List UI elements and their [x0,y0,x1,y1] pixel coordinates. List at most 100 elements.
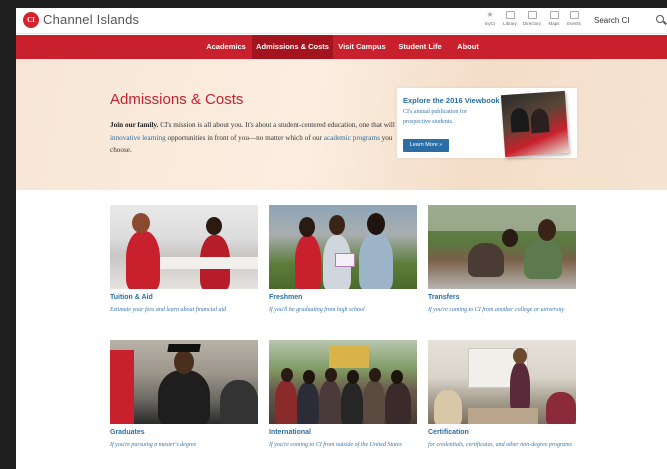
utility-directory[interactable]: Directory [522,11,542,26]
person-figure [468,243,504,277]
utility-myci[interactable]: ★ myCI [480,10,500,27]
person-figure [434,390,462,424]
page: CI Channel Islands ★ myCI Library Direct… [16,8,667,469]
sign-shape [335,253,355,267]
directory-icon [527,11,537,19]
card-description: If you're coming to CI from outside of t… [269,442,402,448]
card-description: If you'll be graduating from high school [269,307,365,313]
person-figure [220,380,258,424]
utility-label: Directory [522,21,541,26]
person-figure [158,370,210,424]
flag-shape [110,350,134,424]
person-figure [341,382,363,424]
utility-label: Maps [548,21,560,26]
nav-item-visit-campus[interactable]: Visit Campus [333,35,391,59]
utility-maps[interactable]: Maps [544,11,564,26]
person-figure [275,380,297,424]
person-figure [359,233,393,289]
person-head [391,370,403,384]
person-head [303,370,315,384]
card-international[interactable]: International If you're coming to CI fro… [269,340,417,448]
intro-text: CI's mission is all about you. It's abou… [158,121,406,129]
main-nav: Academics Admissions & Costs Visit Campu… [16,35,667,59]
card-title[interactable]: Transfers [428,294,460,301]
tuition-aid-photo[interactable] [110,205,258,289]
person-head [369,368,381,382]
intro-text: opportunities in front of you—no matter … [165,133,324,142]
person-figure [297,382,319,424]
pavilion-shape [329,346,369,368]
card-title[interactable]: Certification [428,429,469,436]
top-bar: CI Channel Islands ★ myCI Library Direct… [16,8,667,34]
person-head [132,213,150,233]
star-icon: ★ [486,10,494,19]
card-freshmen[interactable]: Freshmen If you'll be graduating from hi… [269,205,417,313]
ci-logo-icon[interactable]: CI [23,12,39,28]
utility-events[interactable]: Events [564,11,584,26]
search-field[interactable]: Search CI [594,16,630,25]
utility-library[interactable]: Library [500,11,520,26]
maps-icon [549,11,559,19]
card-graduates[interactable]: Graduates If you're pursuing a master's … [110,340,258,448]
library-icon [505,11,515,19]
person-head [538,219,556,241]
academic-programs-link[interactable]: academic programs [324,134,380,142]
card-title[interactable]: International [269,429,311,436]
page-title: Admissions & Costs [110,91,244,108]
person-head [367,213,385,235]
utility-label: Events [567,21,581,26]
innovative-learning-link[interactable]: innovative learning [110,134,166,142]
person-head [502,229,518,247]
utility-label: myCI [484,21,496,26]
person-head [347,370,359,384]
certification-photo[interactable] [428,340,576,424]
promo-title[interactable]: Explore the 2016 Viewbook [403,96,500,105]
person-head [513,348,527,364]
site-name[interactable]: Channel Islands [43,12,139,27]
card-title[interactable]: Graduates [110,429,145,436]
viewbook-promo: Explore the 2016 Viewbook CI's annual pu… [397,88,577,158]
person-head [329,215,345,235]
person-figure [385,382,411,424]
card-description: for credentials, certificates, and other… [428,442,572,448]
events-icon [569,11,579,19]
transfers-photo[interactable] [428,205,576,289]
viewbook-cover-image[interactable] [500,90,570,158]
card-description: If you're coming to CI from another coll… [428,307,565,313]
intro-bold: Join our family. [110,121,159,129]
card-certification[interactable]: Certification for credentials, certifica… [428,340,576,448]
person-head [174,350,194,374]
person-figure [126,231,160,289]
international-photo[interactable] [269,340,417,424]
person-head [206,217,222,235]
promo-description: CI's annual publication for prospective … [403,109,467,125]
card-transfers[interactable]: Transfers If you're coming to CI from an… [428,205,576,313]
person-figure [546,392,576,424]
nav-item-academics[interactable]: Academics [196,35,256,59]
person-head [281,368,293,382]
person-head [299,217,315,237]
card-description: If you're pursuing a master's degree [110,442,197,448]
card-description: Estimate your fees and learn about finan… [110,307,227,313]
nav-item-admissions-costs[interactable]: Admissions & Costs [252,35,333,59]
learn-more-button[interactable]: Learn More » [403,139,449,152]
card-title[interactable]: Tuition & Aid [110,294,153,301]
nav-item-student-life[interactable]: Student Life [394,35,446,59]
hero-intro: Join our family. CI's mission is all abo… [110,119,410,157]
utility-label: Library [503,21,517,26]
counter-shape [160,257,258,269]
graduates-photo[interactable] [110,340,258,424]
person-figure [524,239,562,279]
person-figure [295,235,321,289]
freshmen-photo[interactable] [269,205,417,289]
person-head [325,368,337,382]
person-figure [363,380,385,424]
nav-item-about[interactable]: About [450,35,486,59]
mortarboard-shape [167,344,201,352]
desk-shape [468,408,538,424]
card-title[interactable]: Freshmen [269,294,302,301]
search-icon[interactable] [656,15,664,23]
person-figure [319,380,341,424]
hero-banner: Admissions & Costs Join our family. CI's… [16,59,667,190]
card-tuition-aid[interactable]: Tuition & Aid Estimate your fees and lea… [110,205,258,313]
